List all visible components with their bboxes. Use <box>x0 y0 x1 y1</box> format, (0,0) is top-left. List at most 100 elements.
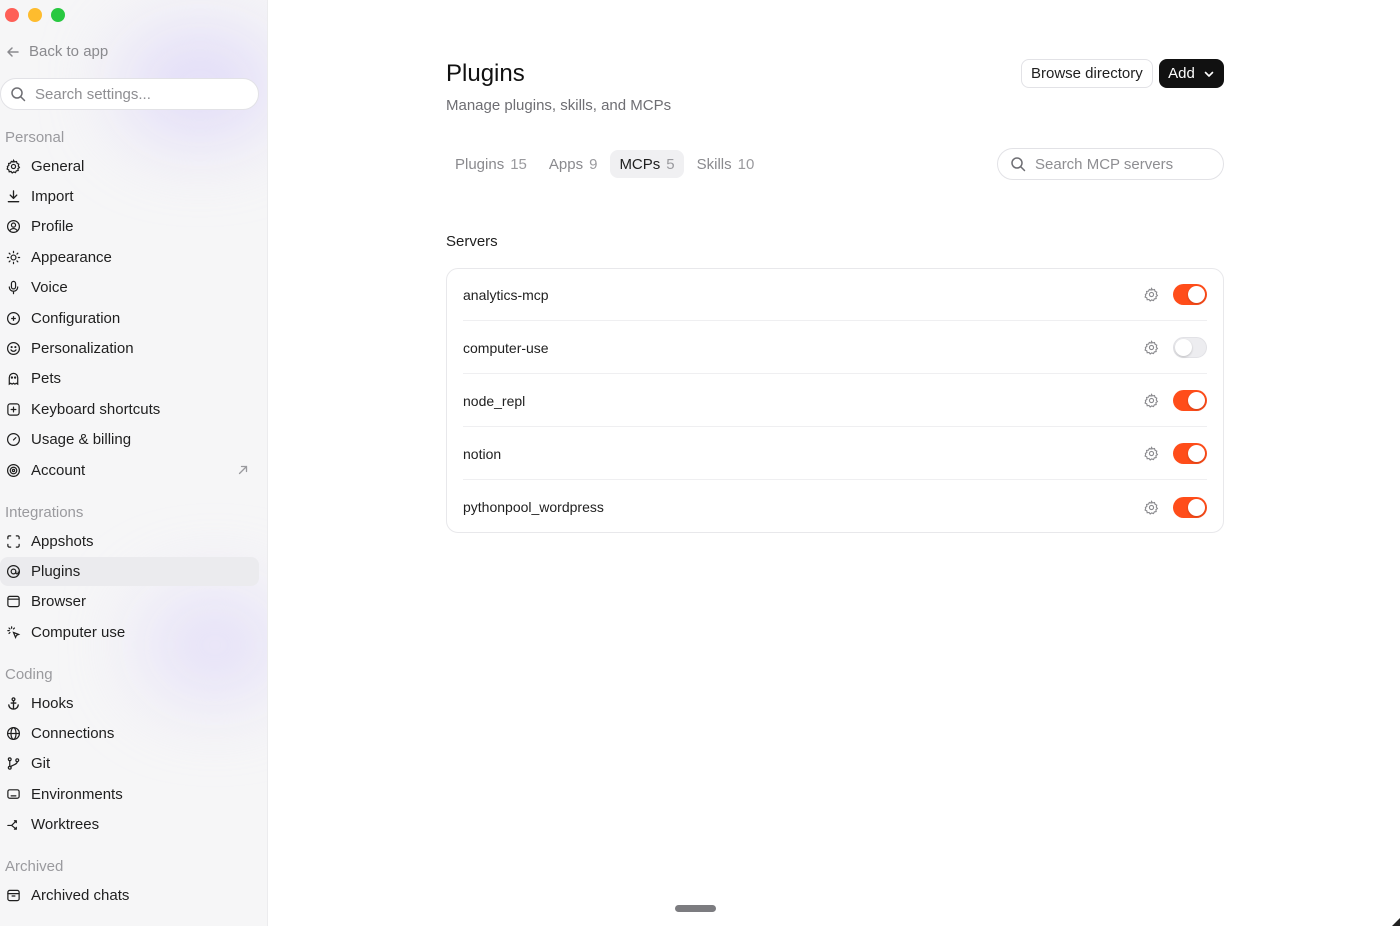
external-link-icon <box>238 465 248 475</box>
sidebar-item-appearance[interactable]: Appearance <box>0 243 259 272</box>
server-settings-gear-icon[interactable] <box>1144 446 1159 461</box>
tab-apps[interactable]: Apps 9 <box>540 150 607 178</box>
pet-icon <box>6 371 21 386</box>
section-integrations: Integrations <box>5 504 84 521</box>
sidebar-item-label: Git <box>31 755 51 772</box>
monitor-icon <box>6 787 21 802</box>
gear-icon <box>6 159 21 174</box>
sidebar: Back to app Personal General Import Prof… <box>0 0 268 926</box>
sidebar-item-profile[interactable]: Profile <box>0 212 259 241</box>
close-window-button[interactable] <box>5 8 19 22</box>
download-icon <box>6 189 21 204</box>
main-content: Plugins Manage plugins, skills, and MCPs… <box>268 0 1400 926</box>
sidebar-item-label: Appearance <box>31 249 112 266</box>
server-toggle[interactable] <box>1173 337 1207 358</box>
servers-list: analytics-mcp computer-use node_repl not… <box>446 268 1224 533</box>
mcp-search-input[interactable] <box>1035 155 1215 173</box>
sidebar-item-import[interactable]: Import <box>0 182 259 211</box>
browse-directory-button[interactable]: Browse directory <box>1021 59 1153 88</box>
sidebar-item-worktrees[interactable]: Worktrees <box>0 810 259 839</box>
sidebar-item-connections[interactable]: Connections <box>0 719 259 748</box>
tab-label: Apps <box>548 155 584 173</box>
config-icon <box>6 311 21 326</box>
toggle-knob <box>1188 445 1205 462</box>
server-row: computer-use <box>463 322 1207 374</box>
server-toggle[interactable] <box>1173 390 1207 411</box>
sidebar-item-label: Archived chats <box>31 887 130 904</box>
chevron-down-icon <box>1204 71 1214 77</box>
sidebar-item-label: Voice <box>31 279 68 296</box>
sidebar-item-label: Profile <box>31 218 74 235</box>
window-resize-corner[interactable] <box>1392 918 1400 926</box>
server-name: computer-use <box>463 339 549 356</box>
tab-label: MCPs <box>619 155 661 173</box>
server-toggle[interactable] <box>1173 496 1207 518</box>
tab-count: 15 <box>510 155 527 173</box>
server-row: pythonpool_wordpress <box>463 481 1207 533</box>
settings-search-box[interactable] <box>0 78 259 110</box>
sidebar-item-hooks[interactable]: Hooks <box>0 689 259 718</box>
sidebar-item-voice[interactable]: Voice <box>0 273 259 302</box>
keyboard-shortcut-icon <box>6 402 21 417</box>
server-settings-gear-icon[interactable] <box>1144 393 1159 408</box>
toggle-knob <box>1175 339 1192 356</box>
search-icon <box>11 87 26 102</box>
sidebar-item-environments[interactable]: Environments <box>0 780 259 809</box>
sidebar-item-label: Hooks <box>31 695 74 712</box>
server-toggle[interactable] <box>1173 284 1207 305</box>
back-to-app-label: Back to app <box>29 43 109 60</box>
sidebar-item-label: Connections <box>31 725 115 742</box>
sidebar-item-general[interactable]: General <box>0 152 259 181</box>
archive-icon <box>6 888 21 903</box>
sidebar-item-computer-use[interactable]: Computer use <box>0 618 259 647</box>
sidebar-item-personalization[interactable]: Personalization <box>0 334 259 363</box>
sidebar-item-label: Usage & billing <box>31 431 132 448</box>
toggle-knob <box>1188 286 1205 303</box>
scroll-handle[interactable] <box>675 905 716 912</box>
plugin-icon <box>6 564 21 579</box>
sidebar-item-label: Computer use <box>31 624 126 641</box>
back-to-app-link[interactable]: Back to app <box>5 43 108 60</box>
sidebar-item-label: Environments <box>31 786 123 803</box>
sidebar-item-plugins[interactable]: Plugins <box>0 557 259 586</box>
server-settings-gear-icon[interactable] <box>1144 340 1159 355</box>
sidebar-item-account[interactable]: Account <box>0 456 259 485</box>
tab-mcps[interactable]: MCPs 5 <box>610 150 684 178</box>
account-icon <box>6 463 21 478</box>
section-coding: Coding <box>5 666 53 683</box>
globe-icon <box>6 726 21 741</box>
page-subtitle: Manage plugins, skills, and MCPs <box>446 97 672 114</box>
sidebar-item-appshots[interactable]: Appshots <box>0 527 259 556</box>
search-icon <box>1011 157 1026 172</box>
server-settings-gear-icon[interactable] <box>1144 287 1159 302</box>
browser-window-icon <box>6 594 21 609</box>
server-toggle[interactable] <box>1173 443 1207 464</box>
section-archived: Archived <box>5 858 64 875</box>
gauge-icon <box>6 432 21 447</box>
server-name: notion <box>463 445 502 462</box>
mcp-search-box[interactable] <box>997 148 1224 180</box>
minimize-window-button[interactable] <box>28 8 42 22</box>
settings-search-input[interactable] <box>35 85 235 103</box>
cursor-click-icon <box>6 625 21 640</box>
sidebar-item-archived-chats[interactable]: Archived chats <box>0 881 259 910</box>
user-circle-icon <box>6 219 21 234</box>
sidebar-item-usage-billing[interactable]: Usage & billing <box>0 425 259 454</box>
maximize-window-button[interactable] <box>51 8 65 22</box>
add-button[interactable]: Add <box>1159 59 1224 88</box>
sidebar-item-label: General <box>31 158 85 175</box>
server-row: node_repl <box>463 375 1207 427</box>
sidebar-item-label: Pets <box>31 370 62 387</box>
tab-plugins[interactable]: Plugins 15 <box>446 150 536 178</box>
sidebar-item-browser[interactable]: Browser <box>0 587 259 616</box>
tab-label: Plugins <box>455 155 505 173</box>
sidebar-item-keyboard-shortcuts[interactable]: Keyboard shortcuts <box>0 395 259 424</box>
servers-heading: Servers <box>446 233 498 250</box>
sidebar-item-label: Keyboard shortcuts <box>31 401 161 418</box>
microphone-icon <box>6 280 21 295</box>
sidebar-item-pets[interactable]: Pets <box>0 364 259 393</box>
tab-skills[interactable]: Skills 10 <box>688 150 764 178</box>
sidebar-item-configuration[interactable]: Configuration <box>0 304 259 333</box>
server-settings-gear-icon[interactable] <box>1144 499 1159 515</box>
sidebar-item-git[interactable]: Git <box>0 749 259 778</box>
